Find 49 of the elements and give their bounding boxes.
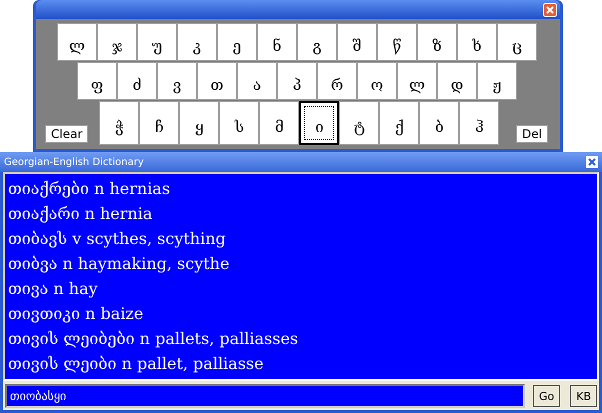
dictionary-entry[interactable]: თიბავს v scythes, scything bbox=[8, 226, 594, 251]
key[interactable]: ჰ bbox=[459, 101, 500, 145]
close-icon[interactable] bbox=[543, 2, 557, 16]
dictionary-entry[interactable]: თიბვა n haymaking, scythe bbox=[8, 251, 594, 276]
key[interactable]: ყ bbox=[179, 101, 220, 145]
dictionary-entry[interactable]: თივის ლეიბი n pallet, palliasse bbox=[8, 351, 594, 376]
key[interactable]: ტ bbox=[339, 101, 380, 145]
dictionary-entry[interactable]: თივის ლეიბები n pallets, palliasses bbox=[8, 326, 594, 351]
key[interactable]: თ bbox=[197, 62, 237, 100]
key[interactable]: ჟ bbox=[477, 62, 517, 100]
key[interactable]: ხ bbox=[457, 23, 497, 61]
dictionary-entry[interactable]: თივა n hay bbox=[8, 276, 594, 301]
dictionary-entry[interactable]: თიაქრები n hernias bbox=[8, 176, 594, 201]
key[interactable]: შ bbox=[337, 23, 377, 61]
key[interactable]: ჩ bbox=[139, 101, 180, 145]
key[interactable]: ნ bbox=[257, 23, 297, 61]
key[interactable]: მ bbox=[259, 101, 300, 145]
key[interactable]: წ bbox=[377, 23, 417, 61]
search-field[interactable]: თიობასყი bbox=[5, 384, 525, 408]
key[interactable]: ე bbox=[217, 23, 257, 61]
delete-button[interactable]: Del bbox=[516, 125, 548, 143]
key[interactable]: ძ bbox=[117, 62, 157, 100]
key[interactable]: ზ bbox=[417, 23, 457, 61]
key[interactable]: გ bbox=[297, 23, 337, 61]
key[interactable]: ც bbox=[497, 23, 537, 61]
key[interactable]: ვ bbox=[157, 62, 197, 100]
key[interactable]: კ bbox=[177, 23, 217, 61]
key[interactable]: ჭ bbox=[99, 101, 140, 145]
key[interactable]: ფ bbox=[77, 62, 117, 100]
key[interactable]: პ bbox=[277, 62, 317, 100]
key[interactable]: ს bbox=[219, 101, 260, 145]
key[interactable]: ლ bbox=[397, 62, 437, 100]
key[interactable]: რ bbox=[317, 62, 357, 100]
close-icon[interactable] bbox=[586, 156, 598, 168]
clear-button[interactable]: Clear bbox=[45, 125, 88, 143]
key[interactable]: ქ bbox=[379, 101, 420, 145]
button[interactable]: KB bbox=[570, 385, 597, 407]
dictionary-entry[interactable]: თიაქარი n hernia bbox=[8, 201, 594, 226]
key[interactable]: დ bbox=[437, 62, 477, 100]
key[interactable]: ა bbox=[237, 62, 277, 100]
key[interactable]: ბ bbox=[419, 101, 460, 145]
window-title: Georgian-English Dictionary bbox=[4, 156, 144, 168]
key[interactable]: ლ bbox=[57, 23, 97, 61]
key[interactable]: ჯ bbox=[97, 23, 137, 61]
key[interactable]: ო bbox=[357, 62, 397, 100]
dictionary-entry[interactable]: თივთიკი n baize bbox=[8, 301, 594, 326]
button[interactable]: Go bbox=[532, 385, 560, 407]
key[interactable]: უ bbox=[137, 23, 177, 61]
key[interactable]: ი bbox=[299, 101, 340, 145]
